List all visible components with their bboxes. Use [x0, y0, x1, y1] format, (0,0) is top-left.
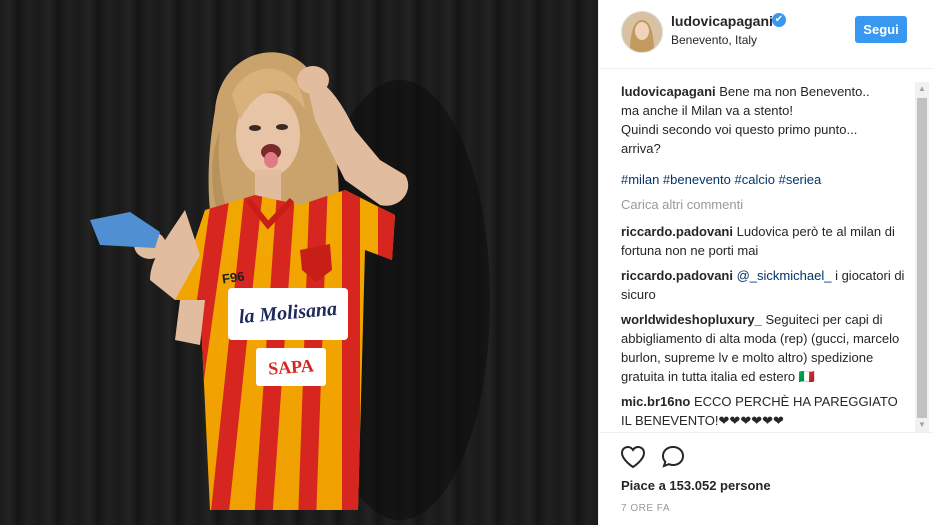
- comment-item: worldwideshopluxury_ Seguiteci per capi …: [621, 310, 911, 386]
- caption-username[interactable]: ludovicapagani: [621, 84, 716, 99]
- photo-illustration: [90, 52, 490, 520]
- comment-icon[interactable]: [659, 443, 687, 471]
- scrollbar-thumb[interactable]: [917, 98, 927, 418]
- comment-mention[interactable]: @_sickmichael_: [737, 268, 832, 283]
- comment-username[interactable]: riccardo.padovani: [621, 224, 733, 239]
- hashtag-link[interactable]: #seriea: [779, 172, 822, 187]
- caption-line-2: ma anche il Milan va a stento!: [621, 103, 793, 118]
- comment-item: riccardo.padovani @_sickmichael_ i gioca…: [621, 266, 911, 304]
- heart-icon[interactable]: [619, 443, 647, 471]
- follow-button[interactable]: Segui: [855, 16, 907, 43]
- avatar[interactable]: [621, 11, 663, 53]
- comments-scrollbar[interactable]: ▲ ▼: [915, 82, 929, 432]
- verified-badge-icon: ✔: [772, 13, 786, 27]
- hashtag-link[interactable]: #milan: [621, 172, 659, 187]
- comment-username[interactable]: riccardo.padovani: [621, 268, 733, 283]
- likes-count[interactable]: Piace a 153.052 persone: [621, 478, 771, 493]
- caption-line-4: arriva?: [621, 141, 661, 156]
- post-actions: Piace a 153.052 persone 7 ORE FA: [599, 432, 933, 526]
- hashtags: #milan #benevento #calcio #seriea: [621, 170, 911, 189]
- header-location[interactable]: Benevento, Italy: [671, 33, 757, 47]
- caption-line-3: Quindi secondo voi questo primo punto...: [621, 122, 858, 137]
- load-more-comments-link[interactable]: Carica altri commenti: [621, 195, 911, 214]
- comment-item: riccardo.padovani Ludovica però te al mi…: [621, 222, 911, 260]
- header-username[interactable]: ludovicapagani: [671, 13, 773, 29]
- hashtag-link[interactable]: #calcio: [735, 172, 775, 187]
- post-photo[interactable]: la Molisana SAPA F96: [0, 0, 598, 525]
- post-timestamp[interactable]: 7 ORE FA: [621, 503, 670, 514]
- comments-list: ludovicapagani Bene ma non Benevento.. m…: [621, 82, 911, 432]
- shirt-brand-text: F96: [221, 268, 246, 287]
- scroll-up-arrow-icon[interactable]: ▲: [915, 82, 929, 96]
- post-sidebar: ludovicapagani ✔ Benevento, Italy Segui …: [598, 0, 933, 525]
- caption: ludovicapagani Bene ma non Benevento.. m…: [621, 82, 911, 158]
- caption-line-1: Bene ma non Benevento..: [719, 84, 870, 99]
- hashtag-link[interactable]: #benevento: [663, 172, 731, 187]
- comment-item: mic.br16no ECCO PERCHÈ HA PAREGGIATO IL …: [621, 392, 911, 430]
- comment-username[interactable]: mic.br16no: [621, 394, 690, 409]
- scroll-down-arrow-icon[interactable]: ▼: [915, 418, 929, 432]
- post-header: ludovicapagani ✔ Benevento, Italy Segui: [599, 0, 933, 69]
- comment-username[interactable]: worldwideshopluxury_: [621, 312, 762, 327]
- avatar-image: [622, 12, 662, 52]
